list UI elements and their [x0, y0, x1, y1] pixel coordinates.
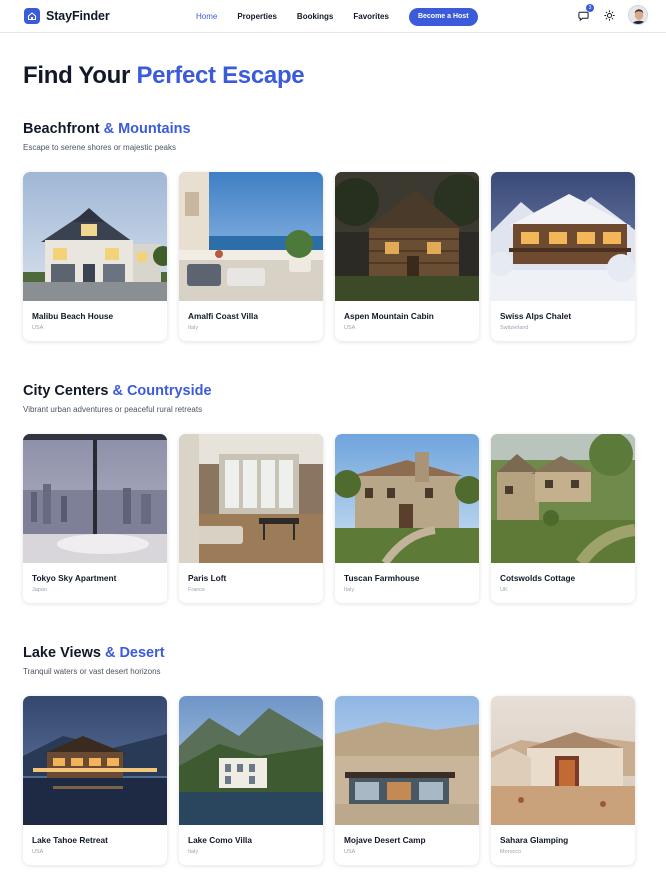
brand-name: StayFinder	[46, 9, 110, 23]
section-beachfront-mountains: Beachfront & Mountains Escape to serene …	[23, 121, 643, 341]
home-logo-icon	[24, 8, 40, 24]
property-card[interactable]: Swiss Alps Chalet Switzerland	[491, 172, 635, 341]
section-subtitle: Tranquil waters or vast desert horizons	[23, 667, 161, 676]
property-card[interactable]: Sahara Glamping Morocco	[491, 696, 635, 865]
property-card[interactable]: Aspen Mountain Cabin USA	[335, 172, 479, 341]
property-name: Lake Tahoe Retreat	[32, 835, 108, 845]
property-location: Italy	[344, 587, 355, 593]
property-name: Mojave Desert Camp	[344, 835, 426, 845]
page-title-accent: Perfect Escape	[136, 62, 305, 89]
property-location: Japan	[32, 587, 47, 593]
section-lake-desert: Lake Views & Desert Tranquil waters or v…	[23, 645, 643, 865]
property-card[interactable]: Cotswolds Cottage UK	[491, 434, 635, 603]
page-title-plain: Find Your	[23, 62, 137, 89]
section-title-accent: & Desert	[104, 645, 165, 661]
header-actions: 3	[576, 4, 648, 25]
property-name: Amalfi Coast Villa	[188, 311, 258, 321]
chat-notifications-button[interactable]: 3	[576, 4, 594, 22]
property-card[interactable]: Lake Como Villa Italy	[179, 696, 323, 865]
tokyo-sky-apartment-image	[23, 434, 167, 563]
property-location: Italy	[188, 325, 199, 331]
section-title-plain: Beachfront	[23, 121, 104, 137]
property-card-row: Tokyo Sky Apartment Japan Paris Loft Fra…	[23, 434, 635, 603]
top-navbar: StayFinder Home Properties Bookings Favo…	[0, 0, 666, 33]
section-title-plain: City Centers	[23, 383, 113, 399]
sahara-glamping-image	[491, 696, 635, 825]
property-location: USA	[32, 849, 44, 855]
brand[interactable]: StayFinder	[24, 8, 110, 24]
property-card[interactable]: Lake Tahoe Retreat USA	[23, 696, 167, 865]
swiss-alps-chalet-image	[491, 172, 635, 301]
section-subtitle: Vibrant urban adventures or peaceful rur…	[23, 405, 203, 414]
property-location: Morocco	[500, 849, 522, 855]
become-host-button[interactable]: Become a Host	[408, 7, 478, 26]
property-card[interactable]: Tokyo Sky Apartment Japan	[23, 434, 167, 603]
mojave-desert-camp-image	[335, 696, 479, 825]
user-portrait-icon	[629, 6, 647, 24]
property-card-row: Malibu Beach House USA Amalfi Coast Vill…	[23, 172, 635, 341]
section-title-plain: Lake Views	[23, 645, 105, 661]
paris-loft-image	[179, 434, 323, 563]
property-name: Sahara Glamping	[500, 835, 569, 845]
amalfi-coast-villa-image	[179, 172, 323, 301]
malibu-beach-house-image	[23, 172, 167, 301]
section-title: Lake Views & Desert	[23, 645, 643, 661]
property-name: Malibu Beach House	[32, 311, 114, 321]
property-location: UK	[500, 587, 508, 593]
section-title-accent: & Countryside	[112, 383, 212, 399]
lake-tahoe-retreat-image	[23, 696, 167, 825]
lake-como-villa-image	[179, 696, 323, 825]
section-title: Beachfront & Mountains	[23, 121, 643, 137]
property-name: Tuscan Farmhouse	[344, 573, 420, 583]
notification-count-badge: 3	[586, 4, 594, 12]
section-title: City Centers & Countryside	[23, 383, 643, 399]
property-name: Paris Loft	[188, 573, 227, 583]
property-name: Tokyo Sky Apartment	[32, 573, 117, 583]
nav-link-favorites[interactable]: Favorites	[353, 12, 389, 21]
property-card[interactable]: Amalfi Coast Villa Italy	[179, 172, 323, 341]
page-title: Find Your Perfect Escape	[23, 62, 305, 90]
property-location: France	[188, 587, 206, 593]
section-title-accent: & Mountains	[103, 121, 191, 137]
property-card[interactable]: Mojave Desert Camp USA	[335, 696, 479, 865]
nav-link-bookings[interactable]: Bookings	[297, 12, 333, 21]
sun-icon	[603, 9, 615, 21]
section-city-countryside: City Centers & Countryside Vibrant urban…	[23, 383, 643, 603]
property-location: USA	[32, 325, 44, 331]
property-location: Switzerland	[500, 325, 529, 331]
property-card[interactable]: Tuscan Farmhouse Italy	[335, 434, 479, 603]
property-name: Lake Como Villa	[188, 835, 252, 845]
cotswolds-cottage-image	[491, 434, 635, 563]
property-location: Italy	[188, 849, 199, 855]
property-card[interactable]: Malibu Beach House USA	[23, 172, 167, 341]
property-name: Aspen Mountain Cabin	[344, 311, 434, 321]
nav-link-home[interactable]: Home	[196, 12, 217, 21]
tuscan-farmhouse-image	[335, 434, 479, 563]
main-nav: Home Properties Bookings Favorites Becom…	[196, 0, 478, 33]
aspen-mountain-cabin-image	[335, 172, 479, 301]
property-name: Swiss Alps Chalet	[500, 311, 572, 321]
section-subtitle: Escape to serene shores or majestic peak…	[23, 143, 176, 152]
theme-toggle-button[interactable]	[602, 8, 616, 22]
property-card-row: Lake Tahoe Retreat USA Lake Como Villa I…	[23, 696, 635, 865]
property-card[interactable]: Paris Loft France	[179, 434, 323, 603]
nav-link-properties[interactable]: Properties	[237, 12, 277, 21]
property-location: USA	[344, 325, 356, 331]
property-location: USA	[344, 849, 356, 855]
user-avatar[interactable]	[628, 5, 648, 25]
property-name: Cotswolds Cottage	[500, 573, 576, 583]
